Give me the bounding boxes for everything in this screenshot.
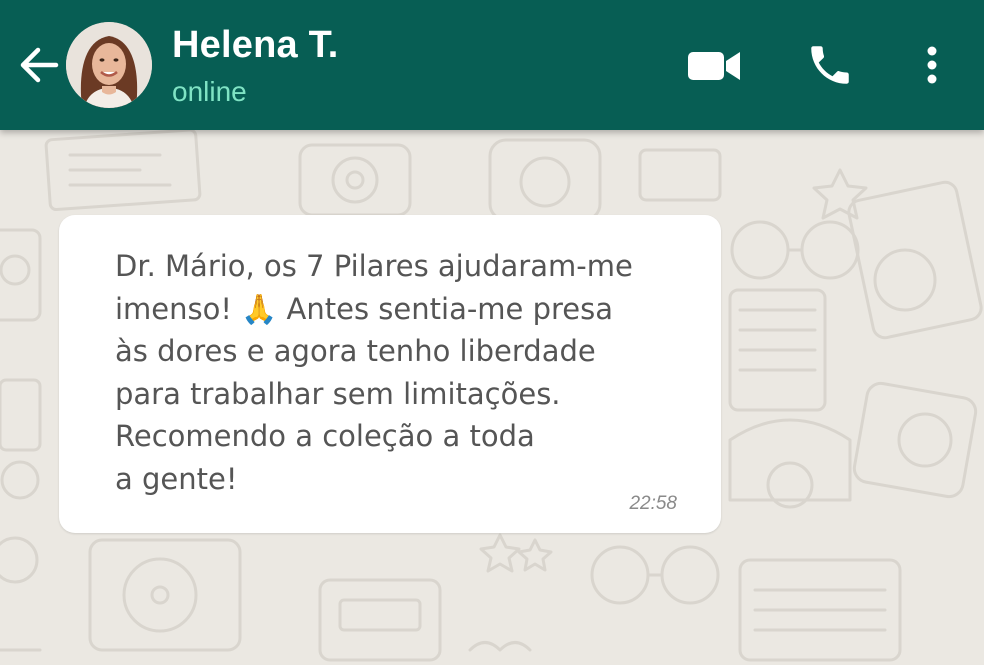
contact-name[interactable]: Helena T. — [172, 24, 339, 67]
phone-icon — [811, 46, 849, 84]
incoming-message-bubble[interactable]: Dr. Mário, os 7 Pilares ajudaram-me imen… — [59, 215, 721, 533]
contact-avatar[interactable] — [66, 22, 152, 108]
video-call-button[interactable] — [686, 44, 742, 88]
more-options-button[interactable] — [916, 40, 948, 90]
contact-status: online — [172, 76, 247, 107]
avatar-image — [66, 22, 152, 108]
back-button[interactable] — [16, 42, 62, 88]
arrow-left-icon — [20, 47, 59, 83]
chat-screen: Helena T. online Dr. Mário, os 7 Pilares… — [0, 0, 984, 665]
message-text: Dr. Mário, os 7 Pilares ajudaram-me imen… — [115, 249, 633, 496]
more-vertical-icon — [927, 46, 937, 84]
voice-call-button[interactable] — [804, 40, 856, 90]
chat-header: Helena T. online — [0, 0, 984, 130]
message-timestamp: 22:58 — [629, 493, 677, 514]
video-camera-icon — [688, 52, 740, 80]
